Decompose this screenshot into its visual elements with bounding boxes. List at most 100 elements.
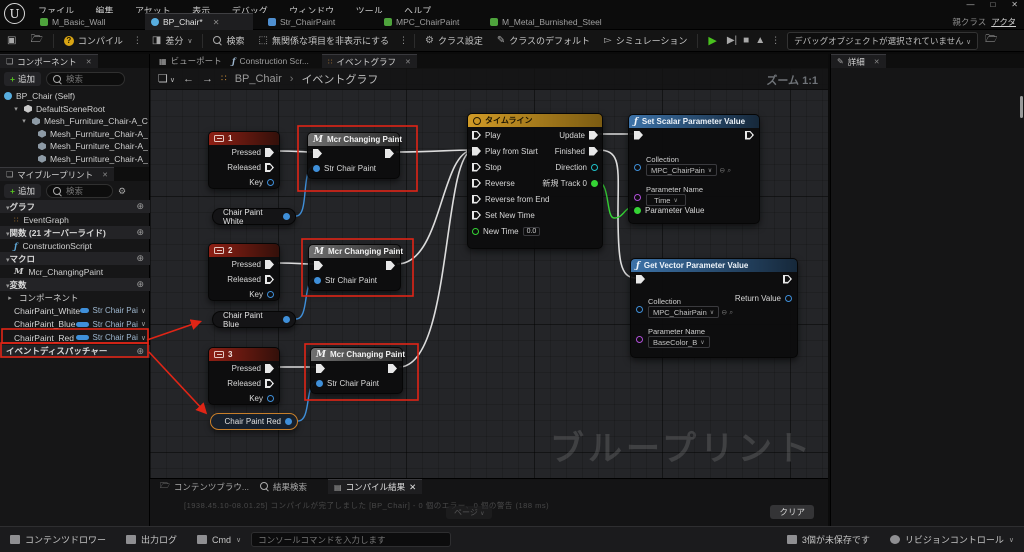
tab-event-graph[interactable]: ∷ イベントグラフ ✕ xyxy=(322,54,417,68)
struct-input-pin[interactable] xyxy=(314,277,321,284)
key-pin[interactable] xyxy=(267,179,274,186)
tree-item-mesh-child[interactable]: Mesh_Furniture_Chair-A_Cushic xyxy=(4,128,148,141)
key-pin[interactable] xyxy=(267,291,274,298)
class-settings-button[interactable]: ⚙ クラス設定 xyxy=(418,30,490,52)
debug-object-dropdown[interactable]: デバッグオブジェクトが選択されていません ∨ xyxy=(787,32,978,50)
exec-pin-released[interactable] xyxy=(265,163,274,172)
cmd-dropdown[interactable]: Cmd ∨ xyxy=(187,527,251,552)
add-blueprint-item-button[interactable]: + 追加 xyxy=(4,184,41,198)
struct-output-pin[interactable] xyxy=(283,213,290,220)
close-tab-icon[interactable]: ✕ xyxy=(213,18,220,27)
return-value-pin[interactable] xyxy=(785,295,792,302)
exec-pin-pressed[interactable] xyxy=(265,148,274,157)
node-key-event-3[interactable]: 3 Pressed Released Key xyxy=(208,347,280,405)
exec-out-pin[interactable] xyxy=(386,261,395,270)
exec-pin-play-from-start[interactable] xyxy=(472,147,481,156)
direction-pin[interactable] xyxy=(591,164,598,171)
parameter-value-pin[interactable] xyxy=(634,207,641,214)
my-blueprint-search-input[interactable] xyxy=(66,186,106,196)
exec-out-pin[interactable] xyxy=(385,149,394,158)
struct-output-pin[interactable] xyxy=(283,316,290,323)
parameter-name-pin[interactable] xyxy=(634,194,641,201)
components-search-input[interactable] xyxy=(66,74,118,84)
save-button[interactable]: ▣ xyxy=(0,30,23,52)
node-key-event-2[interactable]: 2 Pressed Released Key xyxy=(208,243,280,301)
tree-item-defaultsceneroot[interactable]: ▾ DefaultSceneRoot xyxy=(4,103,148,116)
section-functions[interactable]: ▾関数 (21 オーバーライド) ⊕ xyxy=(0,226,150,239)
diff-button[interactable]: ◨ 差分 ∨ xyxy=(145,30,200,52)
struct-input-pin[interactable] xyxy=(313,165,320,172)
event-graph-canvas[interactable]: ❏ ∨ ← → ∷ BP_Chair › イベントグラフ ズーム 1:1 xyxy=(150,68,828,478)
close-icon[interactable]: ✕ xyxy=(102,171,108,179)
content-drawer-button[interactable]: コンテンツドロワー xyxy=(0,527,116,552)
maximize-button[interactable]: □ xyxy=(990,0,995,9)
item-mcr-changingpaint[interactable]: M Mcr_ChangingPaint xyxy=(0,265,150,278)
section-event-dispatchers[interactable]: イベントディスパッチャー ⊕ xyxy=(0,345,150,358)
category-components[interactable]: ▸ コンポーネント xyxy=(0,291,150,304)
exec-pin-update[interactable] xyxy=(589,131,598,140)
settings-gear-icon[interactable]: ⚙ xyxy=(118,186,126,197)
variable-chairpaint-blue[interactable]: ChairPaint_Blue Str Chair Pai ∨ xyxy=(0,318,150,332)
exec-pin-pressed[interactable] xyxy=(265,364,274,373)
exec-out-pin[interactable] xyxy=(783,275,792,284)
exec-in-pin[interactable] xyxy=(636,275,645,284)
exec-pin-reverse[interactable] xyxy=(472,179,481,188)
struct-output-pin[interactable] xyxy=(285,418,292,425)
nav-forward-icon[interactable]: → xyxy=(202,73,213,85)
nav-back-icon[interactable]: ← xyxy=(183,73,194,85)
track-pin[interactable] xyxy=(591,180,598,187)
tree-item-mesh-child[interactable]: Mesh_Furniture_Chair-A_Cushic xyxy=(4,153,148,166)
exec-out-pin[interactable] xyxy=(745,131,754,140)
frame-skip-button[interactable]: ▶| xyxy=(724,30,740,52)
tree-item-mesh-cushion[interactable]: ▾ Mesh_Furniture_Chair-A_Cushion xyxy=(4,115,148,128)
add-function-icon[interactable]: ⊕ xyxy=(136,227,144,238)
chevron-down-icon[interactable]: ∨ xyxy=(141,334,146,342)
console-command-input[interactable] xyxy=(251,532,451,547)
play-options-icon[interactable]: ⋮ xyxy=(768,35,783,46)
add-component-button[interactable]: + 追加 xyxy=(4,72,41,86)
collection-dropdown[interactable]: MPC_ChairPain∨ xyxy=(648,306,719,318)
breadcrumb-root[interactable]: BP_Chair xyxy=(235,73,282,85)
node-set-scalar-parameter-value[interactable]: ƒSet Scalar Parameter Value Collection M… xyxy=(628,114,760,224)
tab-components[interactable]: ❏ コンポーネント ✕ xyxy=(0,54,98,68)
details-scrollbar-thumb[interactable] xyxy=(1020,96,1023,118)
asset-tab-m-basic-wall[interactable]: M_Basic_Wall xyxy=(34,13,112,30)
browse-button[interactable]: 🗁 xyxy=(23,30,49,52)
asset-tab-m-metal-burnished-steel[interactable]: M_Metal_Burnished_Steel xyxy=(484,13,608,30)
clear-button[interactable]: クリア xyxy=(770,505,814,519)
struct-input-pin[interactable] xyxy=(316,380,323,387)
hide-options-icon[interactable]: ⋮ xyxy=(396,35,411,46)
my-blueprint-search[interactable] xyxy=(46,184,113,198)
exec-pin-released[interactable] xyxy=(265,275,274,284)
node-macro-changing-paint-2[interactable]: MMcr Changing Paint Str Chair Paint xyxy=(308,244,401,291)
play-button[interactable]: ▶ xyxy=(701,30,723,52)
item-eventgraph[interactable]: ∷ EventGraph xyxy=(0,213,150,226)
section-macros[interactable]: ▾マクロ ⊕ xyxy=(0,252,150,265)
stop-button[interactable]: ■ xyxy=(740,30,752,52)
compile-options-icon[interactable]: ⋮ xyxy=(130,35,145,46)
tab-find-results[interactable]: 結果検索 xyxy=(254,479,313,494)
tab-compile-results[interactable]: ▤ コンパイル結果 ✕ xyxy=(328,479,422,494)
exec-in-pin[interactable] xyxy=(316,364,325,373)
page-dropdown[interactable]: ページ ∨ xyxy=(446,506,492,519)
section-graphs[interactable]: ▾グラフ ⊕ xyxy=(0,200,150,213)
chevron-down-icon[interactable]: ∨ xyxy=(141,307,146,315)
eject-button[interactable]: ▲ xyxy=(752,30,768,52)
node-var-chair-paint-red[interactable]: Chair Paint Red xyxy=(210,413,298,430)
asset-tab-mpc-chairpaint[interactable]: MPC_ChairPaint xyxy=(378,13,465,30)
debug-browse-button[interactable]: 🗁 xyxy=(978,30,1004,52)
minimize-button[interactable]: — xyxy=(966,0,974,9)
compile-button[interactable]: ? コンパイル xyxy=(57,30,130,52)
node-var-chair-paint-blue[interactable]: Chair Paint Blue xyxy=(212,311,296,328)
find-button[interactable]: 検索 xyxy=(206,30,251,52)
collection-dropdown[interactable]: MPC_ChairPain∨ xyxy=(646,164,717,176)
output-log-button[interactable]: 出力ログ xyxy=(116,527,187,552)
close-icon[interactable]: ✕ xyxy=(86,58,92,66)
tree-item-bp-chair-self[interactable]: BP_Chair (Self) xyxy=(4,90,148,103)
exec-pin-pressed[interactable] xyxy=(265,260,274,269)
node-var-chair-paint-white[interactable]: Chair Paint White xyxy=(212,208,296,225)
key-pin[interactable] xyxy=(267,395,274,402)
node-timeline[interactable]: タイムライン Play Play from Start Stop Reverse… xyxy=(467,113,603,249)
exec-pin-play[interactable] xyxy=(472,131,481,140)
close-icon[interactable]: ✕ xyxy=(405,58,411,66)
